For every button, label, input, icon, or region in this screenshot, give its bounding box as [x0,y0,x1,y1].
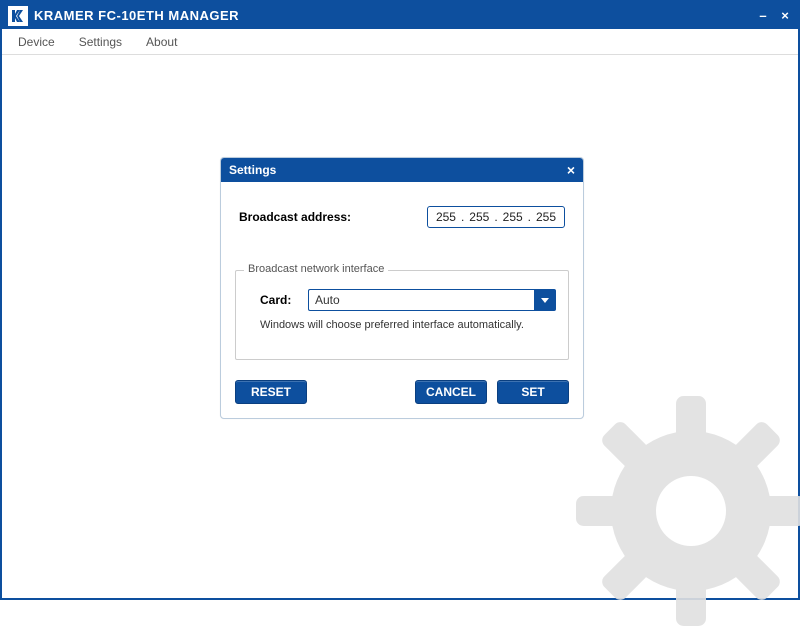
reset-button[interactable]: RESET [235,380,307,404]
app-title: KRAMER FC-10ETH MANAGER [34,8,756,23]
card-select[interactable]: Auto [308,289,556,311]
ip-octet-3[interactable]: 255 [501,210,525,224]
menu-device[interactable]: Device [18,35,55,49]
card-row: Card: Auto [260,289,556,311]
broadcast-address-label: Broadcast address: [239,210,427,224]
dialog-title: Settings [229,163,567,177]
dialog-button-row: RESET CANCEL SET [235,380,569,404]
titlebar: KRAMER FC-10ETH MANAGER – × [2,2,798,29]
card-select-value[interactable]: Auto [308,289,534,311]
ip-octet-2[interactable]: 255 [467,210,491,224]
broadcast-address-row: Broadcast address: 255 . 255 . 255 . 255 [239,206,565,228]
content-area: Settings × Broadcast address: 255 . 255 … [4,57,796,596]
settings-dialog: Settings × Broadcast address: 255 . 255 … [220,157,584,419]
dialog-close-icon[interactable]: × [567,163,575,177]
close-button[interactable]: × [778,8,792,23]
dialog-body: Broadcast address: 255 . 255 . 255 . 255… [221,182,583,418]
card-label: Card: [260,293,304,307]
menubar: Device Settings About [2,29,798,55]
chevron-down-icon[interactable] [534,289,556,311]
fieldset-legend: Broadcast network interface [244,263,388,275]
broadcast-interface-fieldset: Broadcast network interface Card: Auto W… [235,270,569,360]
cancel-button[interactable]: CANCEL [415,380,487,404]
app-logo-icon [8,6,28,26]
dialog-titlebar: Settings × [221,158,583,182]
background-gear-icon [566,386,800,636]
minimize-button[interactable]: – [756,8,770,23]
ip-octet-1[interactable]: 255 [434,210,458,224]
broadcast-address-input[interactable]: 255 . 255 . 255 . 255 [427,206,565,228]
menu-about[interactable]: About [146,35,177,49]
menu-settings[interactable]: Settings [79,35,122,49]
ip-octet-4[interactable]: 255 [534,210,558,224]
set-button[interactable]: SET [497,380,569,404]
main-window: KRAMER FC-10ETH MANAGER – × Device Setti… [0,0,800,600]
card-hint-text: Windows will choose preferred interface … [260,319,556,331]
